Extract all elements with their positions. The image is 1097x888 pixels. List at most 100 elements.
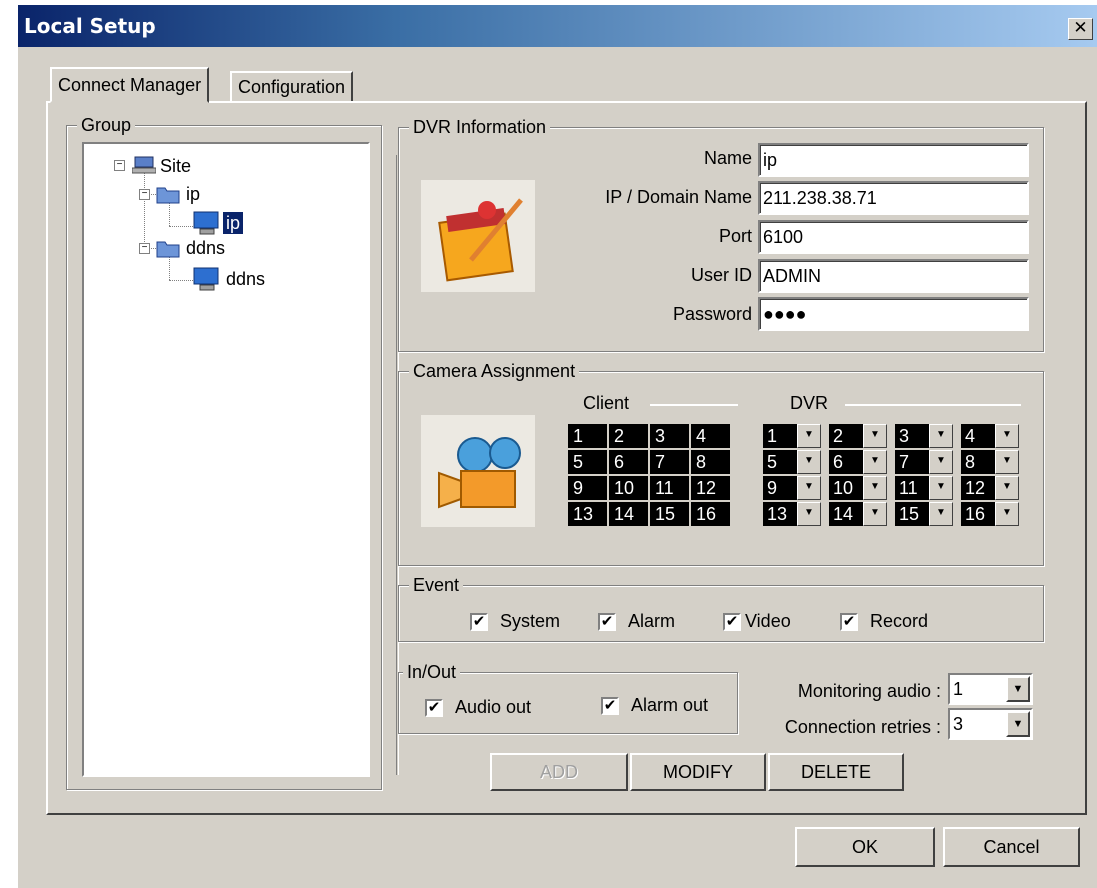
dvr-channel-select[interactable]: 10 ▼ [829,476,891,500]
dvr-channel-select[interactable]: 14 ▼ [829,502,891,526]
port-field[interactable]: 6100 [758,220,1029,254]
chevron-down-icon[interactable]: ▼ [863,424,887,448]
tree-node-ip-dvr[interactable]: ip [223,212,244,234]
tree-node-ddns-dvr[interactable]: ddns [226,268,265,290]
local-setup-window: Local Setup ✕ Connect Manager Configurat… [18,5,1097,888]
check-icon: ✔ [601,696,619,715]
event-system-checkbox[interactable]: ✔ System [470,611,560,632]
dvr-channel-select[interactable]: 1 ▼ [763,424,825,448]
client-channel-cell[interactable]: 16 [691,502,730,526]
dvr-channel-value: 12 [961,476,995,500]
window-title: Local Setup [24,14,156,38]
client-channel-cell[interactable]: 7 [650,450,689,474]
close-button[interactable]: ✕ [1068,18,1093,40]
event-record-label: Record [870,611,929,631]
dvr-channel-value: 15 [895,502,929,526]
collapse-ip-toggle[interactable]: − [139,189,150,200]
connection-retries-select[interactable]: 3 ▼ [948,708,1033,740]
cancel-button[interactable]: Cancel [943,827,1080,867]
event-video-checkbox[interactable]: ✔ Video [723,611,791,632]
monitoring-audio-value: 1 [953,679,964,699]
add-button[interactable]: ADD [490,753,628,791]
dvr-channel-select[interactable]: 3 ▼ [895,424,957,448]
dvr-channel-value: 11 [895,476,929,500]
client-channel-cell[interactable]: 2 [609,424,648,448]
client-channel-cell[interactable]: 8 [691,450,730,474]
ip-domain-field[interactable]: 211.238.38.71 [758,181,1029,215]
camera-icon [421,415,535,527]
name-field[interactable]: ip [758,143,1029,177]
client-channel-cell[interactable]: 15 [650,502,689,526]
site-tree[interactable]: − Site − ip ip − ddns ddns [82,142,370,777]
dvr-channel-select[interactable]: 4 ▼ [961,424,1023,448]
modify-button[interactable]: MODIFY [630,753,766,791]
chevron-down-icon[interactable]: ▼ [929,450,953,474]
client-channel-cell[interactable]: 3 [650,424,689,448]
client-channel-cell[interactable]: 5 [568,450,607,474]
client-channel-cell[interactable]: 12 [691,476,730,500]
check-icon: ✔ [598,612,616,631]
dvr-channel-value: 5 [763,450,797,474]
audio-out-checkbox[interactable]: ✔ Audio out [425,697,531,718]
dvr-channel-value: 8 [961,450,995,474]
client-channel-cell[interactable]: 10 [609,476,648,500]
chevron-down-icon[interactable]: ▼ [863,476,887,500]
chevron-down-icon[interactable]: ▼ [1006,711,1030,737]
event-legend: Event [409,574,464,596]
dvr-channel-select[interactable]: 16 ▼ [961,502,1023,526]
monitoring-audio-select[interactable]: 1 ▼ [948,673,1033,705]
dvr-channel-select[interactable]: 7 ▼ [895,450,957,474]
user-id-field[interactable]: ADMIN [758,259,1029,293]
tab-connect-manager[interactable]: Connect Manager [50,67,210,103]
client-channel-cell[interactable]: 11 [650,476,689,500]
event-record-checkbox[interactable]: ✔ Record [840,611,928,632]
tree-node-ddns[interactable]: ddns [186,237,225,259]
client-channel-cell[interactable]: 13 [568,502,607,526]
dvr-channel-select[interactable]: 11 ▼ [895,476,957,500]
alarm-out-checkbox[interactable]: ✔ Alarm out [601,695,708,716]
dvr-channel-select[interactable]: 5 ▼ [763,450,825,474]
event-alarm-checkbox[interactable]: ✔ Alarm [598,611,675,632]
client-channel-cell[interactable]: 6 [609,450,648,474]
chevron-down-icon[interactable]: ▼ [995,424,1019,448]
dvr-channel-select[interactable]: 13 ▼ [763,502,825,526]
client-channel-cell[interactable]: 4 [691,424,730,448]
dvr-channel-select[interactable]: 12 ▼ [961,476,1023,500]
chevron-down-icon[interactable]: ▼ [995,450,1019,474]
tree-node-site[interactable]: Site [160,155,191,177]
dvr-channel-select[interactable]: 8 ▼ [961,450,1023,474]
title-bar[interactable]: Local Setup ✕ [18,5,1097,47]
chevron-down-icon[interactable]: ▼ [1006,676,1030,702]
chevron-down-icon[interactable]: ▼ [797,450,821,474]
in-out-legend: In/Out [403,661,461,683]
connection-retries-value: 3 [953,714,964,734]
chevron-down-icon[interactable]: ▼ [797,502,821,526]
ok-button[interactable]: OK [795,827,935,867]
collapse-site-toggle[interactable]: − [114,160,125,171]
chevron-down-icon[interactable]: ▼ [929,476,953,500]
chevron-down-icon[interactable]: ▼ [797,424,821,448]
event-system-label: System [500,611,561,631]
chevron-down-icon[interactable]: ▼ [929,502,953,526]
dvr-channel-value: 2 [829,424,863,448]
client-channel-cell[interactable]: 14 [609,502,648,526]
collapse-ddns-toggle[interactable]: − [139,243,150,254]
chevron-down-icon[interactable]: ▼ [995,476,1019,500]
client-channel-cell[interactable]: 1 [568,424,607,448]
chevron-down-icon[interactable]: ▼ [863,450,887,474]
tree-node-ip[interactable]: ip [186,183,200,205]
chevron-down-icon[interactable]: ▼ [929,424,953,448]
client-channel-cell[interactable]: 9 [568,476,607,500]
connection-retries-label: Connection retries : [784,717,941,737]
tab-configuration[interactable]: Configuration [230,71,354,103]
chevron-down-icon[interactable]: ▼ [863,502,887,526]
chevron-down-icon[interactable]: ▼ [995,502,1019,526]
password-field[interactable]: ●●●● [758,297,1029,331]
dvr-channel-select[interactable]: 9 ▼ [763,476,825,500]
delete-button[interactable]: DELETE [768,753,904,791]
dvr-channel-select[interactable]: 6 ▼ [829,450,891,474]
dvr-channel-select[interactable]: 2 ▼ [829,424,891,448]
camera-assignment-legend: Camera Assignment [409,360,580,382]
chevron-down-icon[interactable]: ▼ [797,476,821,500]
dvr-channel-select[interactable]: 15 ▼ [895,502,957,526]
